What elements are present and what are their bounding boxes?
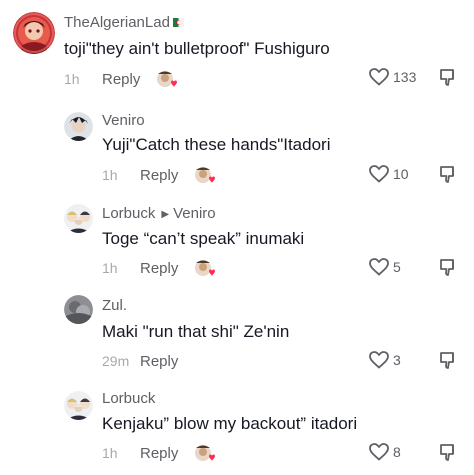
comment-text: Maki "run that shi" Ze'nin [102, 322, 290, 341]
like-count: 133 [393, 69, 417, 85]
comment-item: Zul. Maki "run that shi" Ze'nin 29m Repl… [0, 284, 474, 379]
comment-meta: 1h Reply [64, 69, 178, 89]
avatar[interactable] [64, 112, 93, 141]
comment-item: Veniro Yuji"Catch these hands"Itadori 1h… [0, 100, 474, 192]
comment-time: 1h [64, 71, 80, 87]
dislike-button[interactable] [439, 443, 457, 462]
comment-item: TheAlgerianLad toji"they ain't bulletpro… [0, 0, 474, 100]
like-count: 8 [393, 444, 401, 460]
avatar[interactable] [13, 12, 55, 54]
comment-text: Kenjaku” blow my backout” itadori [102, 414, 358, 433]
comment-time: 1h [102, 260, 118, 276]
avatar[interactable] [64, 204, 93, 233]
comment-username: Lorbuck ▶ Veniro [102, 205, 216, 225]
comment-text: Yuji"Catch these hands"Itadori [102, 135, 331, 154]
dislike-button[interactable] [439, 165, 457, 184]
thumbs-down-icon[interactable] [439, 443, 457, 462]
creator-reaction-icon [156, 69, 178, 89]
reply-arrow-icon: ▶ [161, 209, 170, 220]
comment-text: Toge “can’t speak” inumaki [102, 229, 305, 248]
comment-meta: 1h Reply [102, 165, 216, 185]
comment-username[interactable]: Veniro [102, 112, 145, 130]
comment-time: 1h [102, 167, 118, 183]
heart-outline-icon[interactable] [369, 443, 389, 461]
comment-username[interactable]: Lorbuck [102, 390, 155, 408]
thumbs-down-icon[interactable] [439, 165, 457, 184]
reply-button[interactable]: Reply [102, 71, 140, 88]
avatar[interactable] [64, 391, 93, 420]
like-count: 5 [393, 259, 401, 275]
dislike-button[interactable] [439, 68, 457, 87]
username-text[interactable]: TheAlgerianLad [64, 14, 170, 31]
reply-button[interactable]: Reply [140, 260, 178, 277]
comment-username[interactable]: TheAlgerianLad [64, 14, 184, 32]
creator-reaction-icon [194, 443, 216, 463]
comment-meta: 1h Reply [102, 443, 216, 463]
comment-meta: 1h Reply [102, 258, 216, 278]
avatar[interactable] [64, 295, 93, 324]
like-button[interactable]: 3 [369, 351, 401, 369]
reply-button[interactable]: Reply [140, 445, 178, 462]
comment-username[interactable]: Zul. [102, 297, 127, 315]
algeria-flag-icon [172, 14, 184, 27]
like-count: 10 [393, 166, 409, 182]
like-count: 3 [393, 352, 401, 368]
dislike-button[interactable] [439, 258, 457, 277]
like-button[interactable]: 8 [369, 443, 401, 461]
like-button[interactable]: 10 [369, 165, 409, 183]
comment-time: 1h [102, 445, 118, 461]
creator-reaction-icon [194, 165, 216, 185]
creator-reaction-icon [194, 258, 216, 278]
reply-button[interactable]: Reply [140, 167, 178, 184]
like-button[interactable]: 133 [369, 68, 416, 86]
comment-meta: 29m Reply [102, 351, 194, 371]
thumbs-down-icon[interactable] [439, 351, 457, 370]
like-button[interactable]: 5 [369, 258, 401, 276]
heart-outline-icon[interactable] [369, 258, 389, 276]
thumbs-down-icon[interactable] [439, 258, 457, 277]
reply-to-username[interactable]: Veniro [173, 205, 216, 222]
heart-outline-icon[interactable] [369, 351, 389, 369]
comment-item: Lorbuck Kenjaku” blow my backout” itador… [0, 379, 474, 475]
reply-button[interactable]: Reply [140, 353, 178, 370]
username-text[interactable]: Lorbuck [102, 205, 155, 222]
heart-outline-icon[interactable] [369, 165, 389, 183]
comment-text: toji"they ain't bulletproof" Fushiguro [64, 39, 330, 58]
comment-item: Lorbuck ▶ Veniro Toge “can’t speak” inumak… [0, 192, 474, 284]
comment-time: 29m [102, 353, 130, 369]
thumbs-down-icon[interactable] [439, 68, 457, 87]
heart-outline-icon[interactable] [369, 68, 389, 86]
dislike-button[interactable] [439, 351, 457, 370]
